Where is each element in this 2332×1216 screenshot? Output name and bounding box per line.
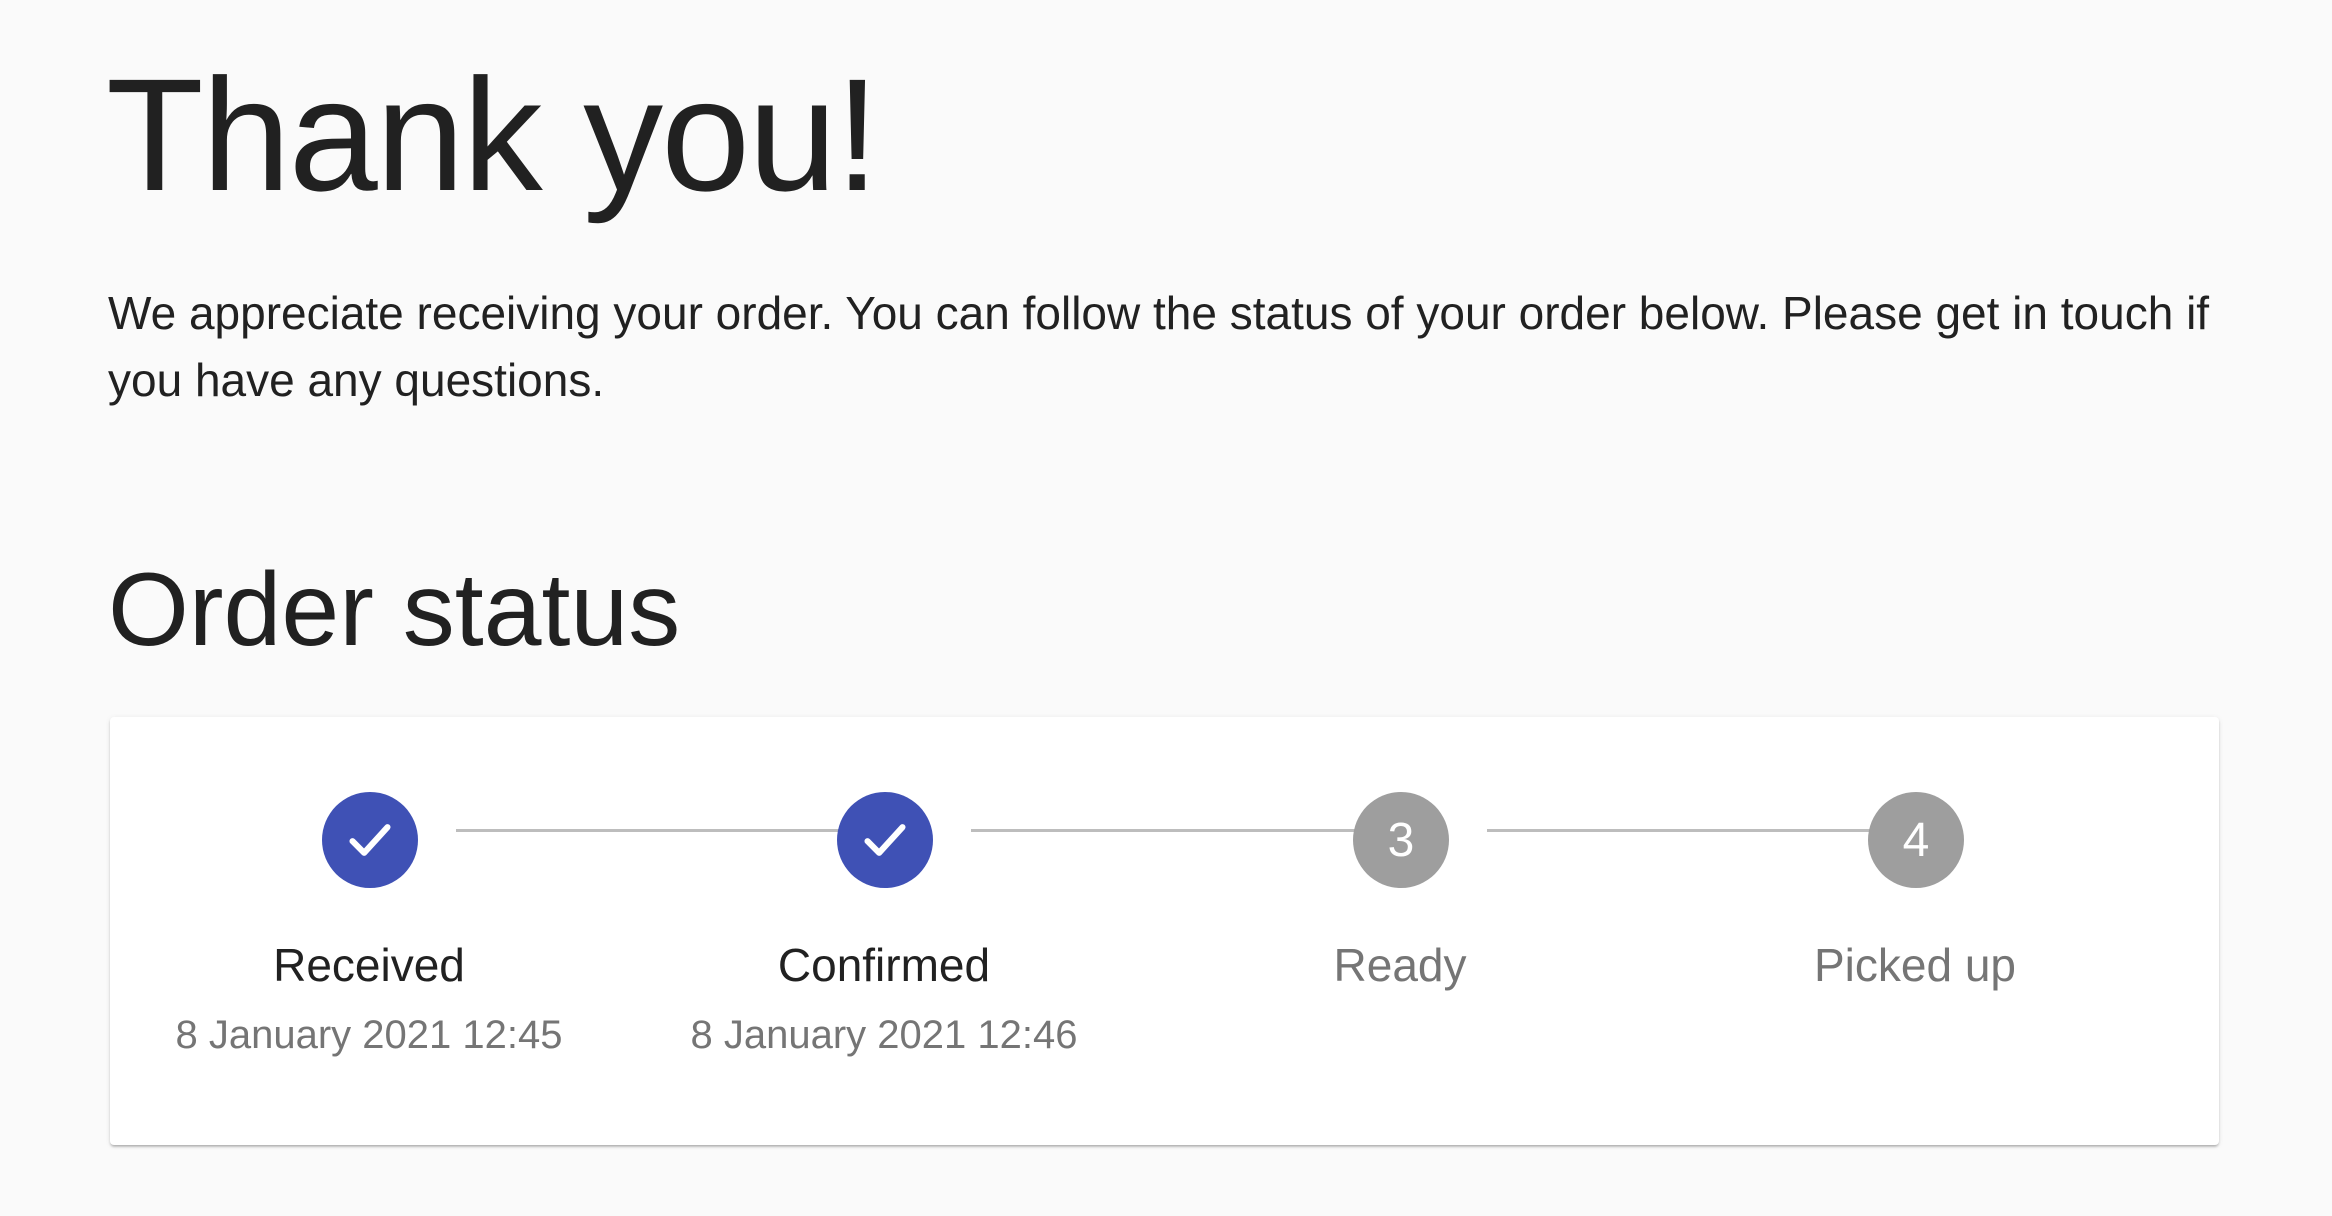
step-date: 8 January 2021 12:45 bbox=[175, 1013, 563, 1057]
step-label: Confirmed bbox=[777, 939, 991, 991]
check-icon bbox=[864, 824, 906, 856]
step-number-circle: 4 bbox=[1868, 792, 1964, 888]
step-date: 8 January 2021 12:46 bbox=[690, 1013, 1078, 1057]
step-completed-circle bbox=[837, 792, 933, 888]
intro-text: We appreciate receiving your order. You … bbox=[108, 287, 2210, 406]
step-completed-circle bbox=[322, 792, 418, 888]
step-ready: 3 Ready bbox=[1143, 717, 1657, 1145]
step-confirmed: Confirmed 8 January 2021 12:46 bbox=[627, 717, 1141, 1145]
step-picked-up: 4 Picked up bbox=[1658, 717, 2172, 1145]
check-icon bbox=[349, 824, 391, 856]
step-label: Received bbox=[273, 939, 465, 991]
order-status-stepper: Received 8 January 2021 12:45 Confirmed … bbox=[110, 717, 2219, 1145]
page-title: Thank you! bbox=[106, 45, 880, 224]
step-label: Ready bbox=[1333, 939, 1467, 991]
page: Thank you! We appreciate receiving your … bbox=[0, 0, 2332, 1216]
step-number-circle: 3 bbox=[1353, 792, 1449, 888]
step-label: Picked up bbox=[1813, 939, 2016, 991]
step-received: Received 8 January 2021 12:45 bbox=[112, 717, 626, 1145]
order-status-title: Order status bbox=[108, 552, 681, 668]
